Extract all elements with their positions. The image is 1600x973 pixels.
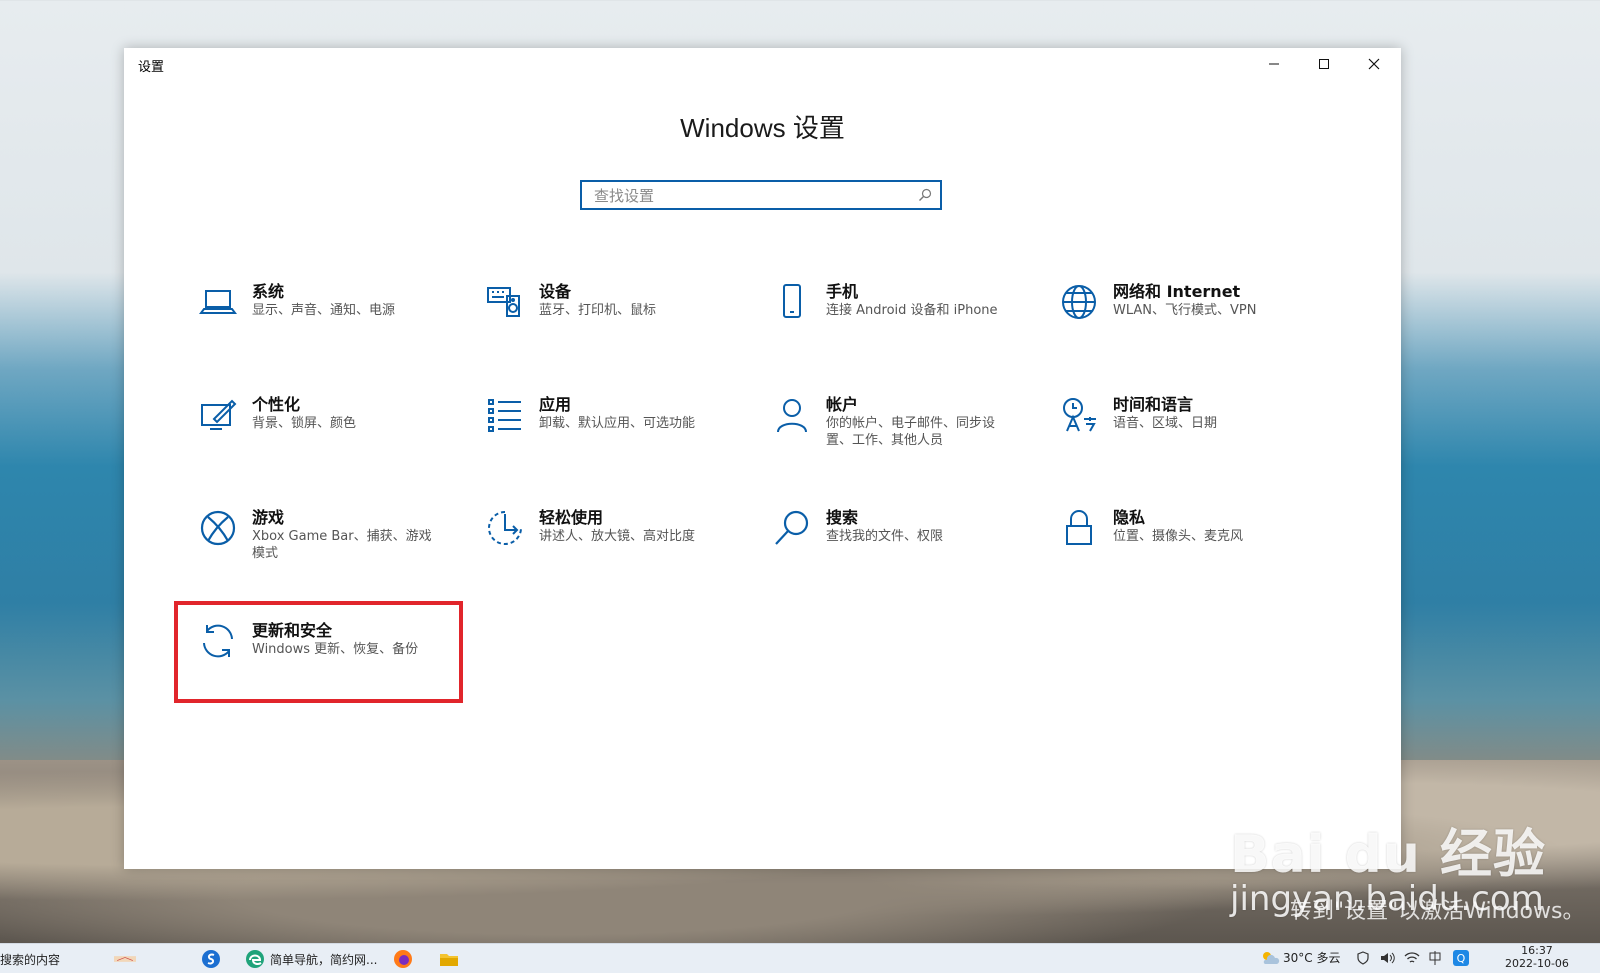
tile-description: 语音、区域、日期 xyxy=(1113,416,1218,431)
keyboard-speaker-icon xyxy=(485,282,525,322)
tile-label: 个性化 xyxy=(252,395,301,414)
taskbar-firefox[interactable] xyxy=(392,947,414,971)
volume-icon[interactable] xyxy=(1380,951,1396,965)
tile-description: 你的帐户、电子邮件、同步设置、工作、其他人员 xyxy=(826,416,996,448)
tile-personalization[interactable]: 个性化 背景、锁屏、颜色 xyxy=(198,395,468,475)
tile-label: 游戏 xyxy=(252,508,285,527)
tile-devices[interactable]: 设备 蓝牙、打印机、鼠标 xyxy=(485,282,755,362)
tile-description: 查找我的文件、权限 xyxy=(826,529,944,544)
firefox-icon xyxy=(394,950,412,968)
tile-update-security[interactable]: 更新和安全 Windows 更新、恢复、备份 xyxy=(198,621,468,701)
ime-icon[interactable] xyxy=(1428,950,1442,966)
tile-privacy[interactable]: 隐私 位置、摄像头、麦克风 xyxy=(1059,508,1329,588)
close-button[interactable] xyxy=(1351,48,1397,80)
tile-description: 讲述人、放大镜、高对比度 xyxy=(539,529,696,544)
weather-cloud-icon xyxy=(1263,952,1280,964)
tile-label: 帐户 xyxy=(826,395,859,414)
xbox-icon xyxy=(198,508,238,548)
tile-gaming[interactable]: 游戏 Xbox Game Bar、捕获、游戏模式 xyxy=(198,508,468,588)
tile-description: Xbox Game Bar、捕获、游戏模式 xyxy=(252,529,432,561)
tile-label: 轻松使用 xyxy=(539,508,604,527)
tile-ease-of-access[interactable]: 轻松使用 讲述人、放大镜、高对比度 xyxy=(485,508,755,588)
settings-window: 设置 Windows 设置 系统 显示、声音、通知、电源 设备 蓝牙、打印机、鼠… xyxy=(124,48,1401,869)
sync-icon xyxy=(198,621,238,661)
minimize-icon xyxy=(1269,63,1279,65)
edge-icon xyxy=(246,950,264,968)
wifi-icon[interactable] xyxy=(1404,951,1420,965)
minimize-button[interactable] xyxy=(1251,48,1297,80)
tile-label: 更新和安全 xyxy=(252,621,333,640)
activate-windows-caption: 转到"设置"以激活Windows。 xyxy=(1290,899,1585,924)
folder-icon xyxy=(440,954,458,966)
search-icon[interactable] xyxy=(918,188,932,202)
ease-of-access-icon xyxy=(485,508,525,548)
svg-text:Q: Q xyxy=(1457,952,1466,965)
taskbar-search-text[interactable]: 搜索的内容 xyxy=(0,951,60,968)
taskbar: 搜索的内容 简单导航，简约网... 30°C 多云 Q 16:37 2022-1… xyxy=(0,943,1600,973)
tile-accounts[interactable]: 帐户 你的帐户、电子邮件、同步设置、工作、其他人员 xyxy=(772,395,1042,475)
magnifier-icon xyxy=(772,508,812,548)
tile-label: 系统 xyxy=(252,282,285,301)
maximize-icon xyxy=(1319,59,1329,69)
search-box[interactable] xyxy=(580,180,942,210)
tile-description: Windows 更新、恢复、备份 xyxy=(252,642,419,657)
phone-icon xyxy=(772,282,812,322)
tile-description: 蓝牙、打印机、鼠标 xyxy=(539,303,657,318)
tile-description: 连接 Android 设备和 iPhone xyxy=(826,303,998,318)
tile-time-language[interactable]: 时间和语言 语音、区域、日期 xyxy=(1059,395,1329,475)
lock-icon xyxy=(1059,508,1099,548)
app-list-icon xyxy=(485,395,525,435)
tile-label: 应用 xyxy=(539,395,572,414)
tile-description: 位置、摄像头、麦克风 xyxy=(1113,529,1244,544)
tile-description: WLAN、飞行模式、VPN xyxy=(1113,303,1257,318)
laptop-icon xyxy=(198,282,238,322)
page-title: Windows 设置 xyxy=(680,113,845,143)
tile-label: 网络和 Internet xyxy=(1113,282,1241,301)
taskbar-edge-browser[interactable]: 简单导航，简约网... xyxy=(244,947,377,971)
close-icon xyxy=(1368,58,1380,70)
shield-icon[interactable] xyxy=(1356,951,1370,965)
tile-label: 隐私 xyxy=(1113,508,1146,527)
tile-label: 手机 xyxy=(826,282,859,301)
tile-description: 显示、声音、通知、电源 xyxy=(252,303,396,318)
tile-label: 设备 xyxy=(539,282,572,301)
clock-date: 2022-10-06 xyxy=(1505,957,1569,970)
tile-description: 卸载、默认应用、可选功能 xyxy=(539,416,696,431)
tile-apps[interactable]: 应用 卸载、默认应用、可选功能 xyxy=(485,395,755,475)
window-title: 设置 xyxy=(138,60,165,75)
taskbar-sogou[interactable] xyxy=(200,947,222,971)
taskbar-app-thumb[interactable] xyxy=(114,947,136,971)
taskbar-browser-tab-label: 简单导航，简约网... xyxy=(270,952,378,967)
tile-label: 搜索 xyxy=(826,508,859,527)
tile-label: 时间和语言 xyxy=(1113,395,1194,414)
tile-system[interactable]: 系统 显示、声音、通知、电源 xyxy=(198,282,468,362)
tile-description: 背景、锁屏、颜色 xyxy=(252,416,357,431)
search-input[interactable] xyxy=(582,182,916,210)
app-thumbnail-icon xyxy=(114,956,136,962)
taskbar-file-explorer[interactable] xyxy=(438,947,460,971)
tile-search[interactable]: 搜索 查找我的文件、权限 xyxy=(772,508,1042,588)
tile-phone[interactable]: 手机 连接 Android 设备和 iPhone xyxy=(772,282,1042,362)
globe-icon xyxy=(1059,282,1099,322)
title-bar: 设置 xyxy=(124,48,1401,80)
maximize-button[interactable] xyxy=(1301,48,1347,80)
person-icon xyxy=(772,395,812,435)
sogou-icon xyxy=(202,950,220,968)
watermark-logo: Bai du 经验 xyxy=(1230,825,1546,885)
taskbar-clock[interactable]: 16:37 2022-10-06 xyxy=(1505,944,1569,970)
paint-brush-icon xyxy=(198,395,238,435)
language-icon xyxy=(1059,395,1099,435)
tile-network-internet[interactable]: 网络和 Internet WLAN、飞行模式、VPN xyxy=(1059,282,1329,362)
qq-icon[interactable]: Q xyxy=(1452,949,1470,967)
weather-text[interactable]: 30°C 多云 xyxy=(1283,949,1340,966)
clock-time: 16:37 xyxy=(1521,944,1553,957)
